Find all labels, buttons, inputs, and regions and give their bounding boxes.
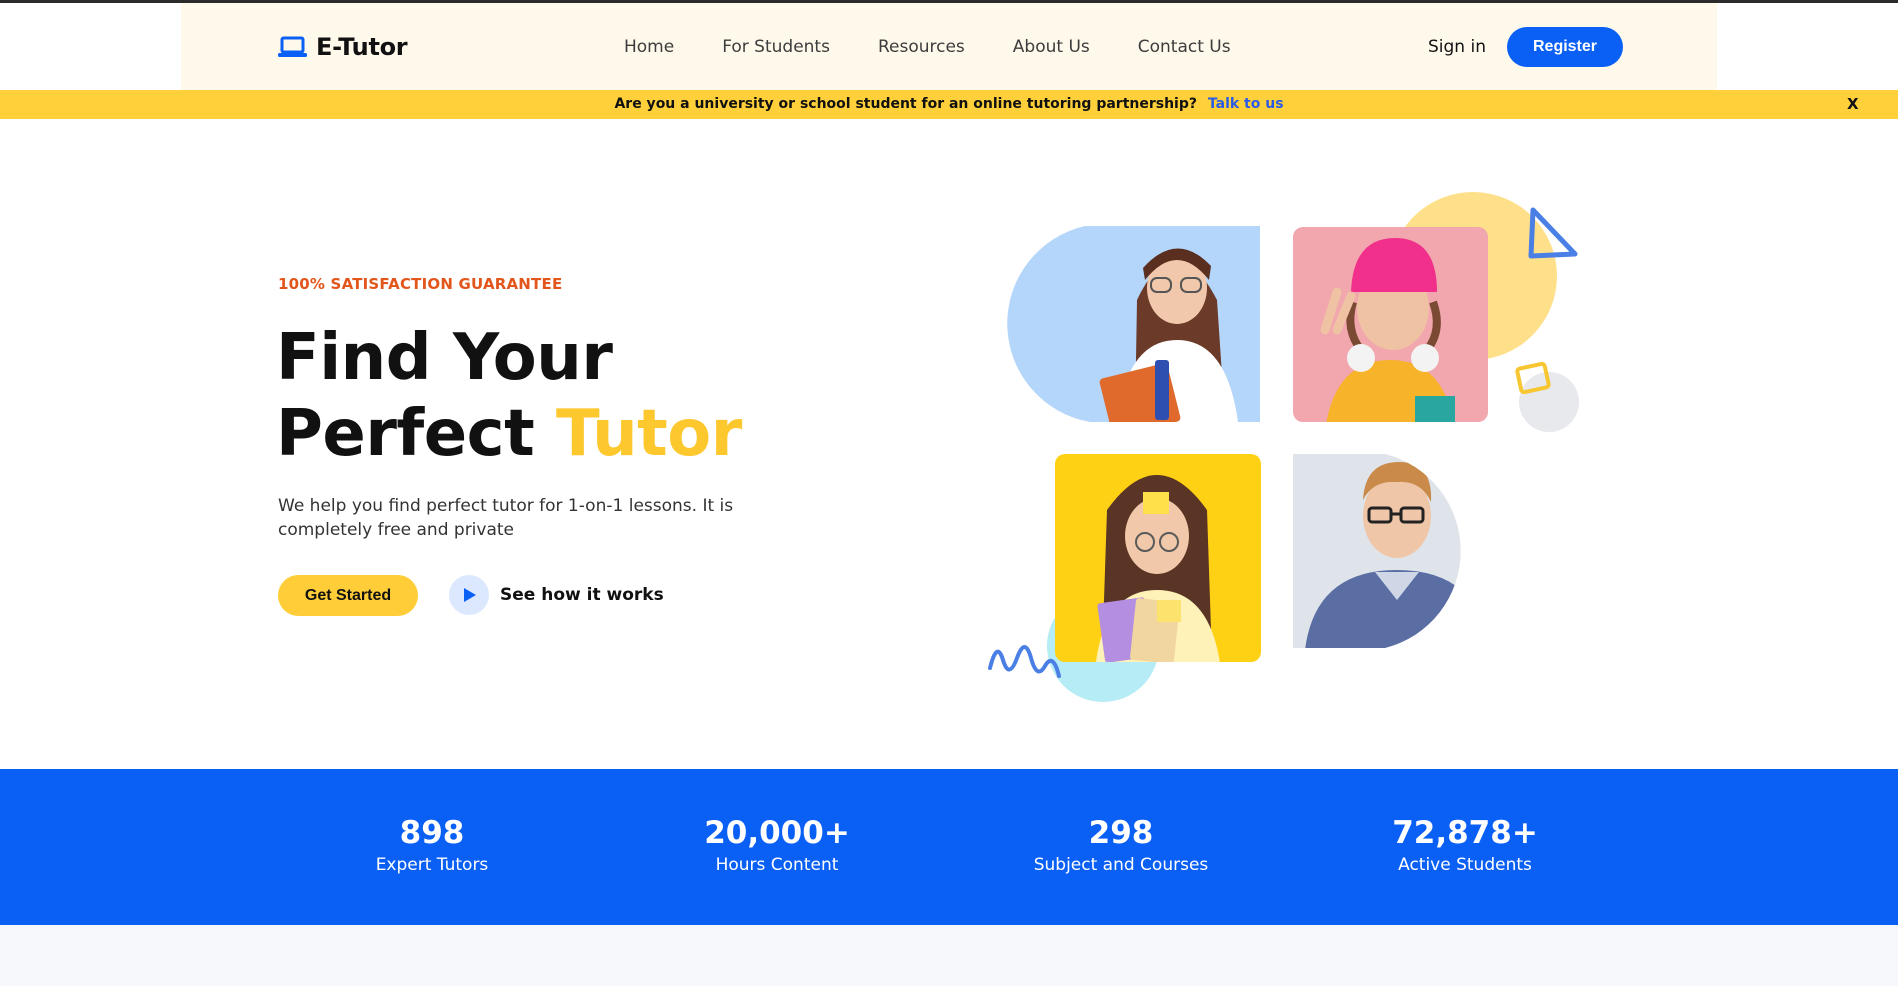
stat-label: Active Students	[1398, 855, 1532, 875]
play-icon	[449, 575, 489, 615]
hero-illustration	[988, 192, 1579, 702]
brand-name: E-Tutor	[316, 33, 408, 61]
logo[interactable]: E-Tutor	[278, 33, 408, 61]
tutor-photo-3	[1055, 454, 1261, 662]
hero-title-line2: Perfect	[276, 397, 556, 471]
talk-to-us-link[interactable]: Talk to us	[1208, 96, 1284, 112]
stat-value: 20,000+	[704, 815, 850, 851]
stat-label: Subject and Courses	[1033, 855, 1209, 875]
stat-value: 72,878+	[1392, 815, 1538, 851]
stat-hours-content: 20,000+ Hours Content	[647, 815, 907, 877]
stats-bar: 898 Expert Tutors 20,000+ Hours Content …	[0, 769, 1898, 925]
tutor-photo-2	[1293, 227, 1488, 422]
see-how-it-works-button[interactable]: See how it works	[449, 575, 664, 615]
register-button[interactable]: Register	[1507, 27, 1623, 67]
stat-value: 898	[399, 815, 465, 851]
tutor-photo-4	[1293, 454, 1461, 648]
banner-text: Are you a university or school student f…	[614, 96, 1197, 112]
main-nav: Home For Students Resources About Us Con…	[624, 37, 1231, 57]
tutor-photo-1	[1007, 226, 1260, 422]
stat-subjects-courses: 298 Subject and Courses	[991, 815, 1251, 877]
nav-contact-us[interactable]: Contact Us	[1138, 37, 1231, 57]
stat-expert-tutors: 898 Expert Tutors	[302, 815, 562, 877]
nav-resources[interactable]: Resources	[878, 37, 965, 57]
hero-subtitle: We help you find perfect tutor for 1-on-…	[278, 496, 734, 540]
stat-label: Expert Tutors	[375, 855, 489, 875]
stat-active-students: 72,878+ Active Students	[1335, 815, 1595, 877]
hero-title-accent: Tutor	[555, 397, 742, 471]
banner-content: Are you a university or school student f…	[0, 96, 1898, 112]
get-started-button[interactable]: Get Started	[278, 575, 418, 616]
nav-about-us[interactable]: About Us	[1013, 37, 1090, 57]
sign-in-link[interactable]: Sign in	[1428, 37, 1486, 57]
stat-value: 298	[1088, 815, 1154, 851]
site-header: E-Tutor Home For Students Resources Abou…	[181, 3, 1717, 90]
hero-eyebrow: 100% SATISFACTION GUARANTEE	[278, 275, 563, 293]
see-how-it-works-label: See how it works	[500, 585, 664, 605]
nav-home[interactable]: Home	[624, 37, 674, 57]
hero-title: Find Your Perfect Tutor	[276, 320, 742, 472]
laptop-icon	[278, 36, 307, 57]
stat-label: Hours Content	[715, 855, 839, 875]
next-section	[0, 925, 1898, 986]
announcement-banner: Are you a university or school student f…	[0, 90, 1898, 119]
hero-title-line1: Find Your	[276, 321, 613, 395]
nav-for-students[interactable]: For Students	[722, 37, 830, 57]
banner-close-button[interactable]: X	[1847, 95, 1859, 113]
